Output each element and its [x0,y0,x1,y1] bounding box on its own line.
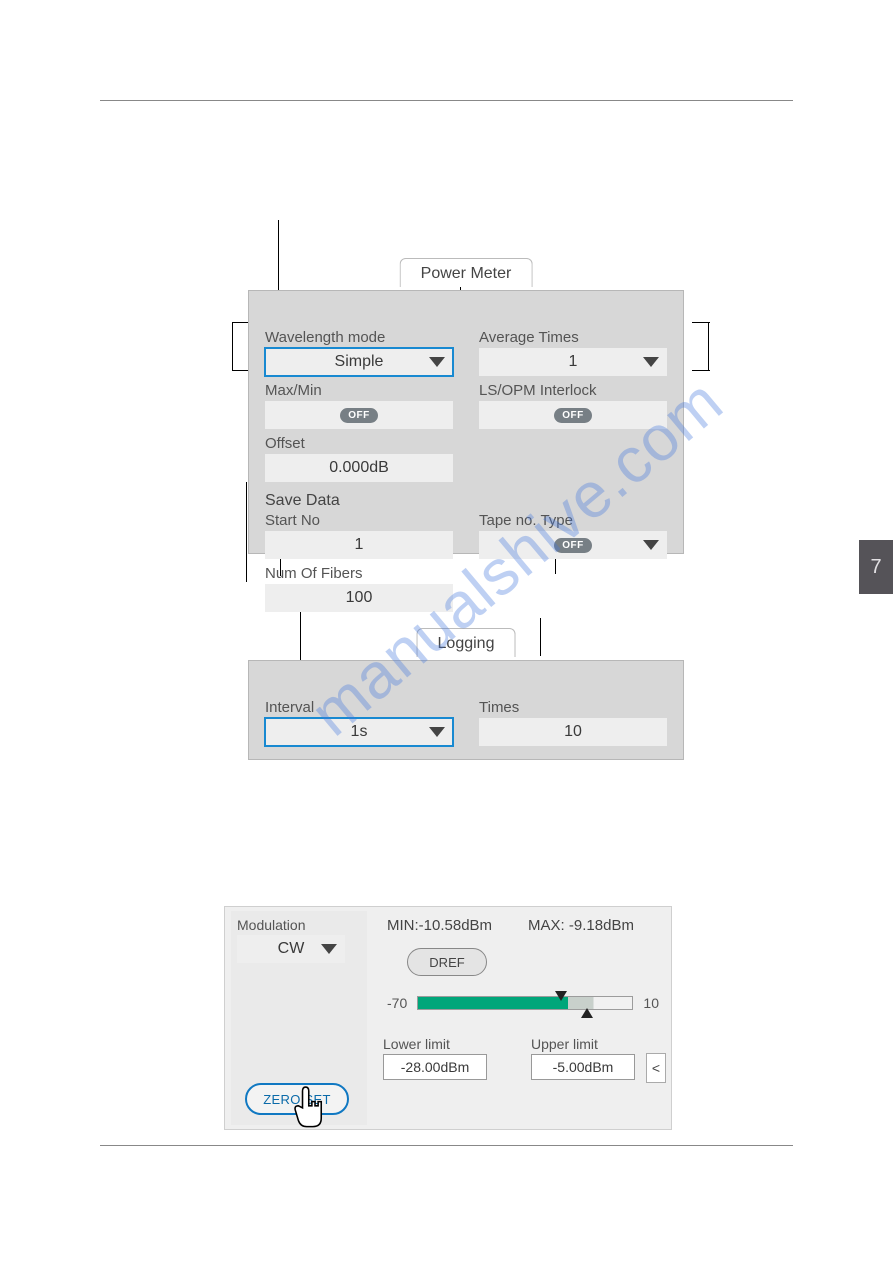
chevron-down-icon [321,944,337,954]
maxmin-toggle[interactable]: OFF [265,401,453,429]
page-rule-bottom [100,1145,793,1146]
average-times-select[interactable]: 1 [479,348,667,376]
interval-label: Interval [265,699,453,716]
gauge-bar [417,996,633,1010]
offset-label: Offset [265,435,453,452]
lower-limit-group: Lower limit -28.00dBm [383,1036,487,1080]
logging-panel: Logging Interval 1s Times 10 [248,660,684,760]
upper-limit-group: Upper limit -5.00dBm [531,1036,635,1080]
power-gauge: -70 10 [387,994,659,1012]
chevron-down-icon [429,357,445,367]
modulation-select[interactable]: CW [237,935,345,963]
num-fibers-label: Num Of Fibers [265,565,453,582]
gauge-marker-icon [555,991,567,1001]
maxmin-label: Max/Min [265,382,453,399]
interlock-toggle[interactable]: OFF [479,401,667,429]
off-badge: OFF [554,538,592,553]
tab-logging[interactable]: Logging [417,628,516,657]
start-no-field[interactable]: 1 [265,531,453,559]
callout-line [540,618,541,656]
start-no-value: 1 [355,536,364,554]
max-reading: MAX: -9.18dBm [528,917,634,934]
interval-select[interactable]: 1s [265,718,453,746]
min-reading: MIN:-10.58dBm [387,917,492,934]
tape-type-label: Tape no. Type [479,512,667,529]
gauge-min-label: -70 [387,995,407,1011]
start-no-label: Start No [265,512,453,529]
modulation-label: Modulation [237,917,361,933]
interlock-label: LS/OPM Interlock [479,382,667,399]
tab-power-meter[interactable]: Power Meter [400,258,533,287]
wavelength-mode-label: Wavelength mode [265,329,453,346]
wavelength-mode-select[interactable]: Simple [265,348,453,376]
instrument-sidebar: Modulation CW ZERO SET [231,911,367,1125]
modulation-value: CW [278,940,305,958]
page-rule-top [100,100,793,101]
chevron-down-icon [643,357,659,367]
offset-field[interactable]: 0.000dB [265,454,453,482]
average-times-label: Average Times [479,329,667,346]
callout-line [692,370,710,371]
page-side-tab: 7 [859,540,893,594]
gauge-max-label: 10 [643,995,659,1011]
instrument-panel: Modulation CW ZERO SET MIN:-10.58dBm MAX… [224,906,672,1130]
callout-line [246,482,247,582]
callout-line [708,322,709,370]
num-fibers-value: 100 [346,589,373,607]
upper-limit-field[interactable]: -5.00dBm [531,1054,635,1080]
upper-limit-label: Upper limit [531,1036,635,1052]
chevron-down-icon [643,540,659,550]
chevron-down-icon [429,727,445,737]
lower-limit-value: -28.00dBm [401,1059,469,1075]
tape-type-select[interactable]: OFF [479,531,667,559]
pointer-hand-icon [293,1085,337,1137]
times-field[interactable]: 10 [479,718,667,746]
interval-value: 1s [351,723,368,741]
collapse-button[interactable]: < [646,1053,666,1083]
dref-button[interactable]: DREF [407,948,487,976]
times-label: Times [479,699,667,716]
times-value: 10 [564,723,582,741]
upper-limit-value: -5.00dBm [553,1059,614,1075]
num-fibers-field[interactable]: 100 [265,584,453,612]
wavelength-mode-value: Simple [335,353,384,371]
callout-line [232,322,233,370]
power-meter-panel: Power Meter Wavelength mode Simple Avera… [248,290,684,554]
lower-limit-label: Lower limit [383,1036,487,1052]
off-badge: OFF [340,408,378,423]
save-data-title: Save Data [265,492,667,510]
average-times-value: 1 [569,353,578,371]
gauge-marker-icon [581,1008,593,1018]
lower-limit-field[interactable]: -28.00dBm [383,1054,487,1080]
instrument-main: MIN:-10.58dBm MAX: -9.18dBm DREF -70 10 … [377,911,665,1125]
offset-value: 0.000dB [329,459,389,477]
off-badge: OFF [554,408,592,423]
